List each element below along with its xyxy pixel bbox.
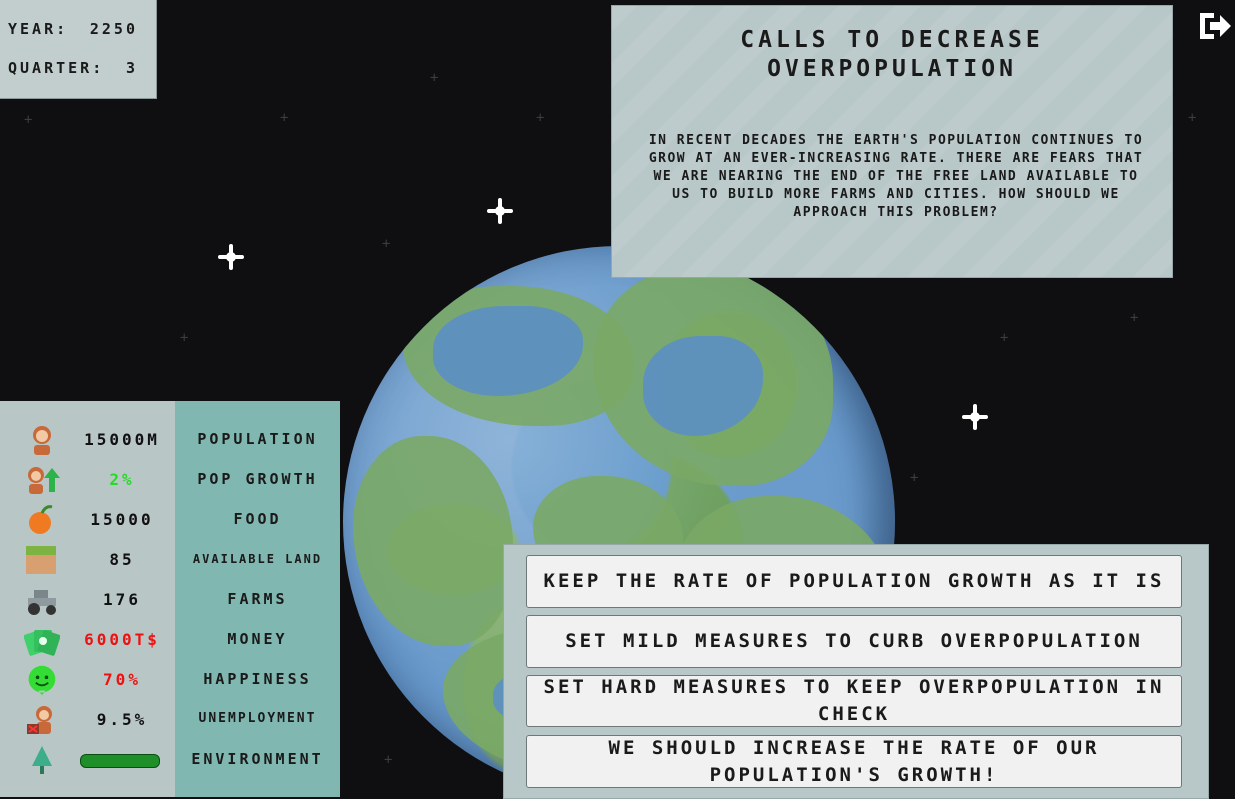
year-value: 2250 <box>89 20 138 38</box>
stat-row-pop-growth: 2% POP GROWTH <box>0 460 340 500</box>
population-label: POPULATION <box>197 430 318 448</box>
stat-row-environment: ENVIRONMENT <box>0 740 340 780</box>
farms-label: FARMS <box>227 590 288 608</box>
faint-star: + <box>536 110 545 126</box>
available-land-value: 85 <box>109 550 135 569</box>
happiness-label: HAPPINESS <box>203 670 312 688</box>
choice-mild-measures-button[interactable]: SET MILD MEASURES TO CURB OVERPOPULATION <box>526 615 1182 668</box>
choice-hard-measures-button[interactable]: SET HARD MEASURES TO KEEP OVERPOPULATION… <box>526 675 1182 727</box>
faint-star: + <box>1188 110 1197 126</box>
faint-star: + <box>180 330 189 346</box>
pop-growth-icon <box>28 467 60 494</box>
faint-star: + <box>384 752 393 768</box>
happiness-value: 70% <box>103 670 141 689</box>
food-value: 15000 <box>90 510 154 529</box>
choice-keep-rate-button[interactable]: KEEP THE RATE OF POPULATION GROWTH AS IT… <box>526 555 1182 608</box>
stat-row-unemployment: 9.5% UNEMPLOYMENT <box>0 700 340 740</box>
faint-star: + <box>430 70 439 86</box>
population-icon <box>33 426 51 455</box>
happiness-icon <box>28 665 56 696</box>
faint-star: + <box>24 112 33 128</box>
quarter-row: QUARTER: 3 <box>8 59 138 77</box>
environment-label: ENVIRONMENT <box>191 750 324 768</box>
unemployment-label: UNEMPLOYMENT <box>198 711 317 726</box>
tree-icon <box>32 746 52 774</box>
tractor-icon <box>28 590 56 615</box>
stat-row-happiness: 70% HAPPINESS <box>0 660 340 700</box>
unemployment-value: 9.5% <box>96 710 148 729</box>
money-value: 6000T$ <box>84 630 160 649</box>
quarter-value: 3 <box>125 59 138 77</box>
event-description: IN RECENT DECADES THE EARTH'S POPULATION… <box>648 133 1144 220</box>
population-value: 15000M <box>84 430 160 449</box>
available-land-label: AVAILABLE LAND <box>192 552 323 566</box>
exit-icon[interactable] <box>1198 10 1232 42</box>
faint-star: + <box>910 470 919 486</box>
food-icon <box>29 505 53 534</box>
choices-panel: KEEP THE RATE OF POPULATION GROWTH AS IT… <box>503 544 1209 799</box>
stat-row-food: 15000 FOOD <box>0 500 340 540</box>
time-box: YEAR: 2250 QUARTER: 3 <box>0 0 157 99</box>
star <box>218 244 244 270</box>
land-icon <box>26 546 56 574</box>
money-icon <box>24 630 60 656</box>
pop-growth-value: 2% <box>109 470 135 489</box>
money-label: MONEY <box>227 630 288 648</box>
year-label: YEAR: <box>8 20 69 38</box>
quarter-label: QUARTER: <box>8 59 105 77</box>
faint-star: + <box>1130 310 1139 326</box>
unemployment-icon <box>27 706 52 734</box>
stat-row-farms: 176 FARMS <box>0 580 340 620</box>
environment-bar <box>80 754 160 768</box>
stat-row-money: 6000T$ MONEY <box>0 620 340 660</box>
star <box>962 404 988 430</box>
year-row: YEAR: 2250 <box>8 20 138 38</box>
event-title: CALLS TO DECREASE OVERPOPULATION <box>740 27 1044 82</box>
stat-row-population: 15000M POPULATION <box>0 420 340 460</box>
faint-star: + <box>280 110 289 126</box>
choice-increase-growth-button[interactable]: WE SHOULD INCREASE THE RATE OF OUR POPUL… <box>526 735 1182 788</box>
stats-panel: 15000M POPULATION 2% POP GROWTH 15000 FO… <box>0 401 340 797</box>
stat-row-available-land: 85 AVAILABLE LAND <box>0 540 340 580</box>
food-label: FOOD <box>233 510 282 528</box>
farms-value: 176 <box>103 590 141 609</box>
faint-star: + <box>1000 330 1009 346</box>
event-panel: CALLS TO DECREASE OVERPOPULATION IN RECE… <box>611 5 1173 278</box>
pop-growth-label: POP GROWTH <box>197 470 318 488</box>
faint-star: + <box>382 236 391 252</box>
star <box>487 198 513 224</box>
